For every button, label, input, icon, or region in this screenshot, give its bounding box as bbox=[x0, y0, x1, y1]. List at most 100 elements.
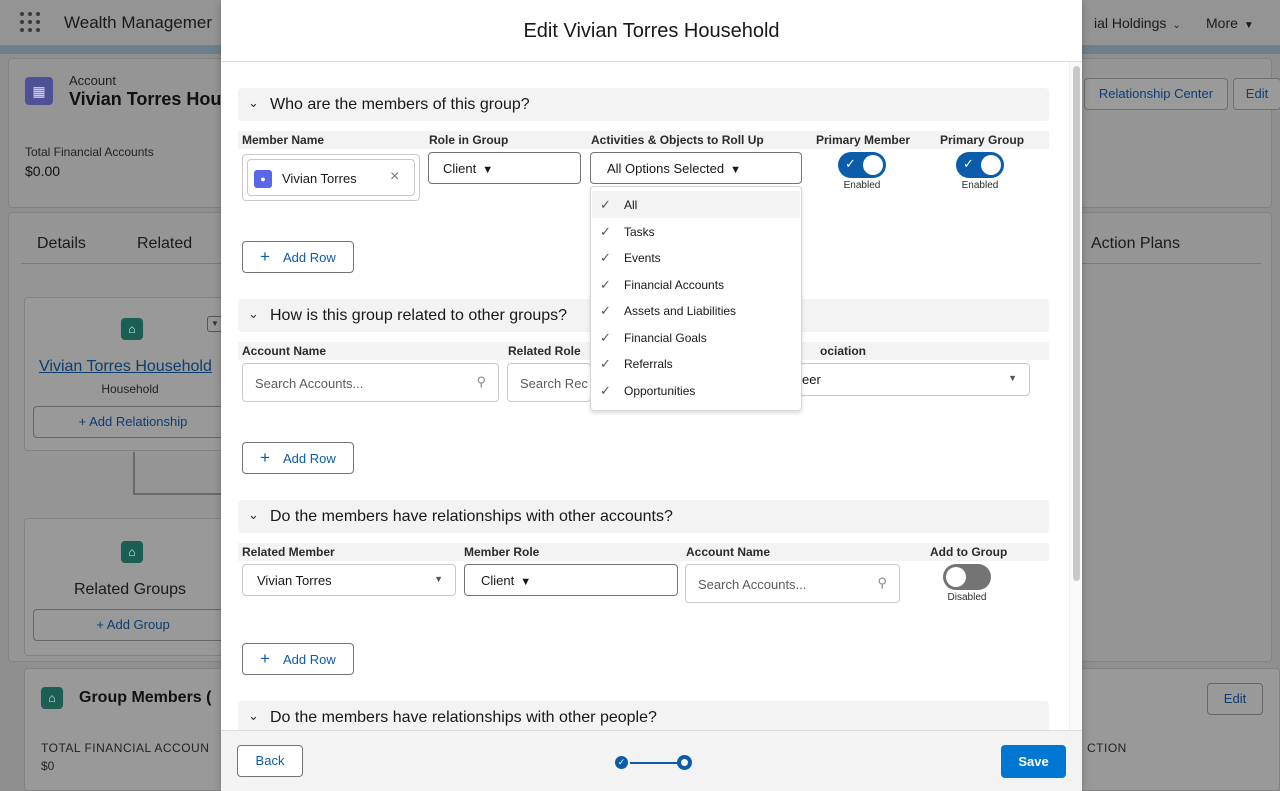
account-search-input[interactable]: Search Accounts... ⚲ bbox=[685, 564, 900, 603]
check-icon: ✓ bbox=[600, 303, 611, 318]
association-select[interactable]: eer ▼ bbox=[781, 363, 1030, 396]
menu-item-financial-accounts[interactable]: ✓ Financial Accounts bbox=[592, 271, 800, 298]
caret-down-icon: ▼ bbox=[730, 164, 741, 176]
chevron-down-icon: ⌄ bbox=[1172, 20, 1181, 31]
check-icon: ✓ bbox=[963, 156, 974, 171]
total-financial-accounts-value: $0.00 bbox=[25, 163, 61, 179]
check-icon: ✓ bbox=[600, 250, 611, 265]
related-member-value: Vivian Torres bbox=[257, 573, 332, 588]
menu-item-opportunities[interactable]: ✓ Opportunities bbox=[592, 377, 800, 404]
remove-icon[interactable]: × bbox=[390, 168, 399, 186]
step-current-icon[interactable] bbox=[677, 755, 692, 770]
check-icon: ✓ bbox=[600, 356, 611, 371]
app-launcher-icon[interactable] bbox=[20, 12, 40, 32]
related-role-search-input[interactable]: Search Rec bbox=[507, 363, 591, 402]
check-icon: ✓ bbox=[600, 330, 611, 345]
add-row-button[interactable]: + Add Row bbox=[242, 241, 354, 273]
search-icon: ⚲ bbox=[476, 374, 486, 389]
menu-item-tasks[interactable]: ✓ Tasks bbox=[592, 218, 800, 245]
menu-item-all[interactable]: ✓ All bbox=[592, 191, 800, 218]
step-complete-icon[interactable]: ✓ bbox=[615, 756, 628, 769]
related-member-select[interactable]: Vivian Torres ▼ bbox=[242, 564, 456, 596]
menu-item-assets-liabilities[interactable]: ✓ Assets and Liabilities bbox=[592, 297, 800, 324]
add-row-button[interactable]: + Add Row bbox=[242, 643, 354, 675]
action-column-label: CTION bbox=[1087, 741, 1127, 755]
household-link[interactable]: Vivian Torres Household bbox=[39, 358, 212, 376]
plus-icon: + bbox=[260, 247, 270, 266]
toggle-switch[interactable]: ✓ bbox=[956, 152, 1004, 178]
tab-details[interactable]: Details bbox=[37, 235, 86, 253]
relationship-center-button[interactable]: Relationship Center bbox=[1084, 78, 1228, 110]
toggle-state: Enabled bbox=[843, 180, 881, 191]
group-members-edit-button[interactable]: Edit bbox=[1207, 683, 1263, 715]
caret-down-icon: ▼ bbox=[434, 574, 443, 584]
column-header: Role in Group bbox=[429, 133, 509, 147]
modal-body: ⌄ Who are the members of this group? Mem… bbox=[221, 62, 1082, 730]
accounts-column-headers: Related Member Member Role Account Name … bbox=[238, 543, 1049, 561]
account-search-input[interactable]: Search Accounts... ⚲ bbox=[242, 363, 499, 402]
toggle-switch[interactable] bbox=[943, 564, 991, 590]
menu-item-financial-goals[interactable]: ✓ Financial Goals bbox=[592, 324, 800, 351]
account-name: Vivian Torres Hou bbox=[69, 89, 222, 109]
app-name: Wealth Managemer bbox=[64, 13, 213, 32]
chevron-down-icon: ⌄ bbox=[248, 306, 259, 321]
chevron-down-icon: ⌄ bbox=[248, 507, 259, 522]
column-header: Account Name bbox=[686, 545, 771, 559]
add-row-button[interactable]: + Add Row bbox=[242, 442, 354, 474]
caret-down-icon: ▼ bbox=[482, 164, 494, 176]
check-icon: ✓ bbox=[600, 383, 611, 398]
toggle-state: Disabled bbox=[947, 592, 987, 603]
section-people-header[interactable]: ⌄ Do the members have relationships with… bbox=[238, 701, 1049, 730]
save-button[interactable]: Save bbox=[1001, 745, 1066, 778]
member-pill[interactable]: ● Vivian Torres × bbox=[247, 159, 415, 196]
primary-member-toggle[interactable]: ✓ Enabled bbox=[817, 152, 907, 191]
chevron-down-icon: ⌄ bbox=[248, 95, 259, 110]
column-header: Related Member bbox=[242, 545, 335, 559]
household-type: Household bbox=[101, 382, 159, 396]
rollup-multiselect[interactable]: All Options Selected ▼ bbox=[590, 152, 802, 184]
column-header: ociation bbox=[820, 344, 867, 358]
caret-down-icon: ▼ bbox=[1008, 373, 1017, 383]
add-relationship-button[interactable]: + Add Relationship bbox=[33, 406, 233, 438]
account-label: Account bbox=[69, 73, 116, 88]
column-header: Primary Group bbox=[940, 133, 1025, 147]
nav-more[interactable]: More ▼ bbox=[1206, 15, 1254, 31]
tab-action-plans[interactable]: Action Plans bbox=[1091, 235, 1180, 253]
account-edit-button[interactable]: Edit bbox=[1233, 78, 1280, 110]
total-financial-accounts-label: TOTAL FINANCIAL ACCOUN bbox=[41, 741, 210, 755]
placeholder: Search Accounts... bbox=[698, 577, 807, 592]
chevron-down-icon: ⌄ bbox=[248, 708, 259, 723]
column-header: Member Name bbox=[242, 133, 325, 147]
section-accounts-header[interactable]: ⌄ Do the members have relationships with… bbox=[238, 500, 1049, 533]
modal-scrollbar[interactable] bbox=[1069, 62, 1082, 730]
tree-connector bbox=[133, 493, 223, 495]
member-role-select[interactable]: Client ▼ bbox=[464, 564, 678, 596]
column-header: Primary Member bbox=[816, 133, 911, 147]
total-financial-accounts-value: $0 bbox=[41, 759, 55, 773]
role-in-group-select[interactable]: Client ▼ bbox=[428, 152, 581, 184]
caret-down-icon: ▼ bbox=[520, 576, 532, 588]
related-groups-node: ⌂ Related Groups + Add Group bbox=[24, 518, 244, 656]
primary-group-toggle[interactable]: ✓ Enabled bbox=[935, 152, 1025, 191]
rollup-dropdown-menu: ✓ All ✓ Tasks ✓ Events ✓ Financial Accounts … bbox=[590, 186, 802, 411]
add-group-button[interactable]: + Add Group bbox=[33, 609, 233, 641]
back-button[interactable]: Back bbox=[237, 745, 303, 777]
modal-footer: Back ✓ Save bbox=[221, 730, 1082, 791]
association-value: eer bbox=[802, 372, 821, 387]
member-role-value: Client bbox=[481, 573, 515, 588]
nav-item-holdings[interactable]: ial Holdings ⌄ bbox=[1094, 15, 1181, 31]
toggle-switch[interactable]: ✓ bbox=[838, 152, 886, 178]
column-header: Account Name bbox=[242, 344, 327, 358]
menu-item-events[interactable]: ✓ Events bbox=[592, 244, 800, 271]
member-name-lookup[interactable]: ● Vivian Torres × bbox=[242, 154, 420, 201]
check-icon: ✓ bbox=[600, 197, 611, 212]
account-icon: ▦ bbox=[25, 77, 53, 105]
caret-down-icon: ▼ bbox=[1243, 20, 1254, 31]
household-icon: ⌂ bbox=[121, 318, 143, 340]
scrollbar-thumb[interactable] bbox=[1073, 66, 1080, 581]
add-to-group-toggle[interactable]: Disabled bbox=[922, 564, 1012, 603]
tab-related[interactable]: Related bbox=[137, 235, 192, 253]
placeholder: Search Accounts... bbox=[255, 376, 364, 391]
menu-item-referrals[interactable]: ✓ Referrals bbox=[592, 350, 800, 377]
section-members-header[interactable]: ⌄ Who are the members of this group? bbox=[238, 88, 1049, 121]
